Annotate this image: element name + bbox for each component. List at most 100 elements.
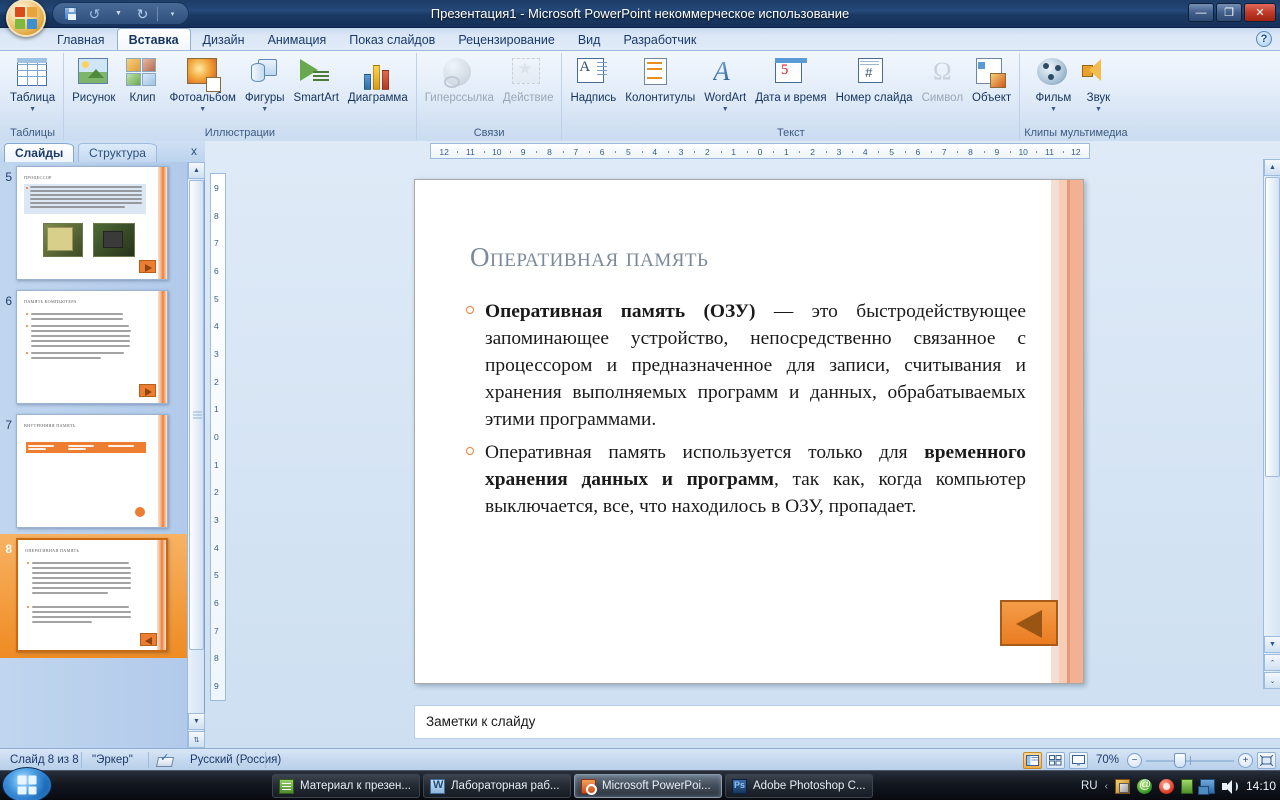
ribbon-tab-7[interactable]: Разработчик	[612, 30, 707, 50]
language-indicator[interactable]: Русский (Россия)	[180, 749, 291, 771]
ribbon-tab-4[interactable]: Показ слайдов	[338, 30, 446, 50]
photoalbum-button[interactable]: Фотоальбом▼	[165, 56, 239, 113]
slideshow-button[interactable]	[1069, 752, 1088, 769]
slide-surface[interactable]: Оперативная память Оперативная память (О…	[414, 179, 1084, 684]
slide-vertical-scrollbar[interactable]: ▲ ▼ ⌃ ⌄	[1263, 159, 1280, 689]
ribbon-tab-5[interactable]: Рецензирование	[447, 30, 566, 50]
slide-thumbnail-5[interactable]: 5ПРОЦЕССОР	[0, 162, 188, 286]
slide-bullet-2[interactable]: Оперативная память используется только д…	[461, 439, 1026, 520]
maximize-button[interactable]: ❐	[1216, 3, 1242, 22]
undo-dropdown[interactable]: ▼	[109, 4, 128, 23]
theme-name[interactable]: "Эркер"	[82, 749, 143, 771]
close-button[interactable]: ✕	[1244, 3, 1276, 22]
scrollbar-thumb[interactable]	[189, 180, 204, 650]
thumbnail-preview[interactable]: ПРОЦЕССОР	[16, 166, 168, 280]
fit-to-window-button[interactable]	[1257, 752, 1276, 769]
language-bar[interactable]: RU	[1081, 780, 1098, 792]
wordart-button[interactable]: WordArt▼	[700, 56, 750, 113]
mail-icon[interactable]	[1137, 779, 1152, 794]
taskbar-button-0[interactable]: Материал к презен...	[272, 774, 420, 798]
ribbon-tab-3[interactable]: Анимация	[257, 30, 338, 50]
zoom-slider-handle[interactable]	[1174, 753, 1186, 768]
slide-body-placeholder[interactable]: Оперативная память (ОЗУ) — это быстродей…	[461, 298, 1026, 520]
slide-title[interactable]: Оперативная память	[470, 242, 1030, 273]
header-footer-button[interactable]: Колонтитулы	[621, 56, 699, 105]
chart-button[interactable]: Диаграмма	[344, 56, 412, 105]
slides-pane-scrollbar[interactable]: ▲ ▼ ⇅	[187, 162, 204, 748]
ribbon-tab-6[interactable]: Вид	[567, 30, 612, 50]
zoom-slider[interactable]	[1146, 753, 1234, 768]
scroll-up-button[interactable]: ▲	[188, 162, 205, 179]
thumbnail-preview[interactable]: ОПЕРАТИВНАЯ ПАМЯТЬ	[16, 538, 168, 652]
clip-button[interactable]: Клип	[120, 56, 164, 105]
object-button[interactable]: Объект	[968, 56, 1015, 105]
textbox-button[interactable]: Надпись	[566, 56, 620, 105]
prev-slide-button-main[interactable]: ⌃	[1264, 654, 1280, 671]
slide-canvas[interactable]: Оперативная память Оперативная память (О…	[414, 179, 1084, 684]
shapes-button[interactable]: Фигуры▼	[241, 56, 289, 113]
chevron-down-icon[interactable]: ▼	[29, 106, 36, 113]
smartart-button[interactable]: SmartArt	[290, 56, 343, 105]
chevron-down-icon[interactable]: ▼	[261, 106, 268, 113]
clock[interactable]: 14:10	[1244, 779, 1276, 793]
table-button[interactable]: Таблица▼	[6, 56, 59, 113]
vertical-ruler[interactable]: 9876543210123456789	[210, 173, 226, 701]
slide-number-button[interactable]: Номер слайда	[832, 56, 917, 105]
zoom-out-button[interactable]: −	[1127, 753, 1142, 768]
ribbon-tab-0[interactable]: Главная	[46, 30, 116, 50]
scroll-down-button-main[interactable]: ▼	[1264, 636, 1280, 653]
previous-slide-button[interactable]: ⇅	[188, 731, 205, 748]
chevron-left-icon[interactable]: ‹	[1105, 781, 1108, 792]
document-icon	[279, 779, 294, 794]
record-icon[interactable]	[1159, 779, 1174, 794]
scroll-down-button[interactable]: ▼	[188, 713, 205, 730]
spellcheck-icon[interactable]	[157, 753, 173, 767]
zoom-in-button[interactable]: +	[1238, 753, 1253, 768]
sound-button[interactable]: Звук▼	[1076, 56, 1120, 113]
scroll-up-button-main[interactable]: ▲	[1264, 159, 1280, 176]
back-arrow-button[interactable]	[1000, 600, 1058, 646]
chevron-down-icon[interactable]: ▼	[1050, 106, 1057, 113]
network-icon[interactable]	[1200, 779, 1215, 794]
taskbar-button-2[interactable]: Microsoft PowerPoi...	[574, 774, 722, 798]
slide-thumbnail-7[interactable]: 7ВНУТРЕННЯЯ ПАМЯТЬ	[0, 410, 188, 534]
redo-button[interactable]: ↻	[133, 4, 152, 23]
slide-thumbnail-8[interactable]: 8ОПЕРАТИВНАЯ ПАМЯТЬ	[0, 534, 188, 658]
slide-sorter-button[interactable]	[1046, 752, 1065, 769]
chevron-down-icon[interactable]: ▼	[722, 106, 729, 113]
tab-slides[interactable]: Слайды	[4, 143, 74, 162]
taskbar-button-1[interactable]: Лабораторная раб...	[423, 774, 571, 798]
slide-bullet-1[interactable]: Оперативная память (ОЗУ) — это быстродей…	[461, 298, 1026, 433]
movie-button[interactable]: Фильм▼	[1031, 56, 1075, 113]
thumbnail-preview[interactable]: ПАМЯТЬ КОМПЬЮТЕРА	[16, 290, 168, 404]
help-button[interactable]: ?	[1256, 31, 1272, 47]
tab-outline[interactable]: Структура	[78, 143, 157, 162]
slide-thumbnail-6[interactable]: 6ПАМЯТЬ КОМПЬЮТЕРА	[0, 286, 188, 410]
customize-qat-button[interactable]: ▾	[163, 4, 182, 23]
scrollbar-thumb-main[interactable]	[1265, 177, 1280, 477]
date-time-button[interactable]: Дата и время	[751, 56, 830, 105]
undo-button[interactable]: ↺	[85, 4, 104, 23]
notes-input[interactable]: Заметки к слайду	[414, 705, 1280, 739]
ruler-tick-label-v: 0	[214, 432, 219, 442]
slide-thumbnail-list[interactable]: 5ПРОЦЕССОР 6ПАМЯТЬ КОМПЬЮТЕРА7ВНУТРЕННЯЯ…	[0, 162, 188, 748]
program-icon[interactable]	[1115, 779, 1130, 794]
picture-button[interactable]: Рисунок	[68, 56, 119, 105]
normal-view-button[interactable]	[1023, 752, 1042, 769]
save-button[interactable]	[61, 4, 80, 23]
office-button[interactable]	[6, 0, 46, 37]
next-slide-button-main[interactable]: ⌄	[1264, 672, 1280, 689]
battery-icon[interactable]	[1181, 779, 1193, 794]
close-pane-button[interactable]: x	[191, 144, 197, 158]
volume-icon[interactable]	[1222, 779, 1237, 794]
start-button[interactable]	[2, 767, 52, 800]
minimize-button[interactable]: —	[1188, 3, 1214, 22]
office-logo-icon	[15, 7, 37, 29]
taskbar-button-3[interactable]: Adobe Photoshop C...	[725, 774, 873, 798]
horizontal-ruler[interactable]: 1211109876543210123456789101112	[430, 143, 1090, 159]
ribbon-tab-1[interactable]: Вставка	[117, 28, 191, 50]
chevron-down-icon[interactable]: ▼	[1095, 106, 1102, 113]
ribbon-tab-2[interactable]: Дизайн	[192, 30, 256, 50]
chevron-down-icon[interactable]: ▼	[199, 106, 206, 113]
thumbnail-preview[interactable]: ВНУТРЕННЯЯ ПАМЯТЬ	[16, 414, 168, 528]
